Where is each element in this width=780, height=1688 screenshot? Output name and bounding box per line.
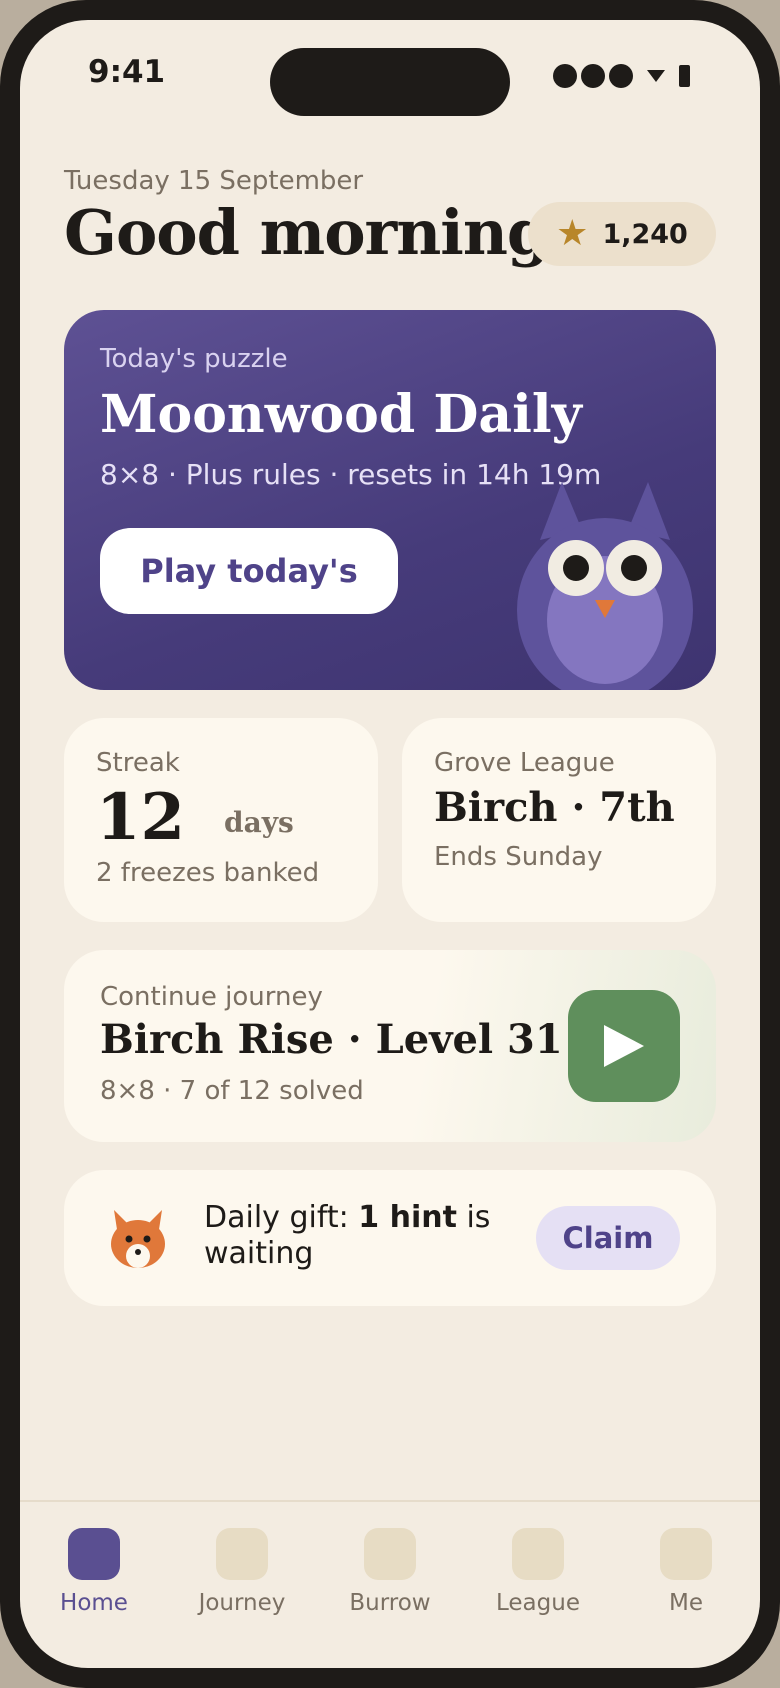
dynamic-island bbox=[270, 48, 510, 116]
wifi-icon bbox=[647, 70, 665, 82]
league-standing: Birch · 7th bbox=[434, 784, 675, 831]
owl-mascot-icon bbox=[517, 482, 693, 690]
fox-icon bbox=[111, 1210, 165, 1268]
tab-league[interactable]: League bbox=[464, 1528, 612, 1616]
points-value: 1,240 bbox=[602, 218, 688, 250]
tab-label: Journey bbox=[198, 1590, 286, 1616]
claim-button[interactable]: Claim bbox=[536, 1206, 680, 1270]
journey-icon bbox=[216, 1528, 268, 1580]
tab-home[interactable]: Home bbox=[20, 1528, 168, 1616]
league-ends: Ends Sunday bbox=[434, 842, 603, 872]
journey-label: Continue journey bbox=[100, 982, 323, 1012]
signal-icon bbox=[609, 64, 633, 88]
continue-play-button[interactable] bbox=[568, 990, 680, 1102]
tab-label: League bbox=[496, 1590, 580, 1616]
league-icon bbox=[512, 1528, 564, 1580]
signal-icon bbox=[581, 64, 605, 88]
phone-frame: 9:41 Tuesday 15 September Good morning ★… bbox=[0, 0, 780, 1688]
streak-freezes: 2 freezes banked bbox=[96, 858, 320, 888]
header-date: Tuesday 15 September bbox=[64, 166, 364, 196]
tab-journey[interactable]: Journey bbox=[168, 1528, 316, 1616]
tab-burrow[interactable]: Burrow bbox=[316, 1528, 464, 1616]
gift-message: Daily gift: 1 hint is waiting bbox=[204, 1200, 491, 1271]
streak-label: Streak bbox=[96, 748, 180, 778]
league-card[interactable]: Grove League Birch · 7th Ends Sunday bbox=[402, 718, 716, 922]
profile-icon bbox=[660, 1528, 712, 1580]
streak-count: 12 bbox=[96, 780, 186, 855]
daily-gift-card: Daily gift: 1 hint is waiting Claim bbox=[64, 1170, 716, 1306]
signal-icon bbox=[553, 64, 577, 88]
gift-hint-count: 1 hint bbox=[358, 1200, 457, 1235]
tab-bar: Home Journey Burrow League Me bbox=[20, 1500, 760, 1668]
status-icons bbox=[553, 64, 690, 88]
page-title: Good morning bbox=[64, 196, 550, 269]
points-badge[interactable]: ★ 1,240 bbox=[528, 202, 716, 266]
journey-title: Birch Rise · Level 31 bbox=[100, 1016, 563, 1063]
burrow-icon bbox=[364, 1528, 416, 1580]
streak-unit: days bbox=[224, 806, 294, 839]
star-icon: ★ bbox=[556, 213, 589, 254]
tab-label: Home bbox=[60, 1590, 128, 1616]
battery-icon bbox=[679, 65, 690, 87]
continue-journey-card[interactable]: Continue journey Birch Rise · Level 31 8… bbox=[64, 950, 716, 1142]
daily-puzzle-title: Moonwood Daily bbox=[100, 384, 582, 445]
tab-label: Me bbox=[669, 1590, 703, 1616]
journey-progress: 8×8 · 7 of 12 solved bbox=[100, 1076, 364, 1106]
daily-puzzle-kicker: Today's puzzle bbox=[100, 344, 288, 374]
play-today-button[interactable]: Play today's bbox=[100, 528, 398, 614]
home-icon bbox=[68, 1528, 120, 1580]
screen: 9:41 Tuesday 15 September Good morning ★… bbox=[20, 20, 760, 1668]
status-time: 9:41 bbox=[88, 54, 166, 90]
tab-label: Burrow bbox=[349, 1590, 431, 1616]
tab-me[interactable]: Me bbox=[612, 1528, 760, 1616]
daily-puzzle-card[interactable]: Today's puzzle Moonwood Daily 8×8 · Plus… bbox=[64, 310, 716, 690]
play-icon bbox=[604, 1025, 644, 1067]
league-label: Grove League bbox=[434, 748, 615, 778]
streak-card[interactable]: Streak 12 days 2 freezes banked bbox=[64, 718, 378, 922]
